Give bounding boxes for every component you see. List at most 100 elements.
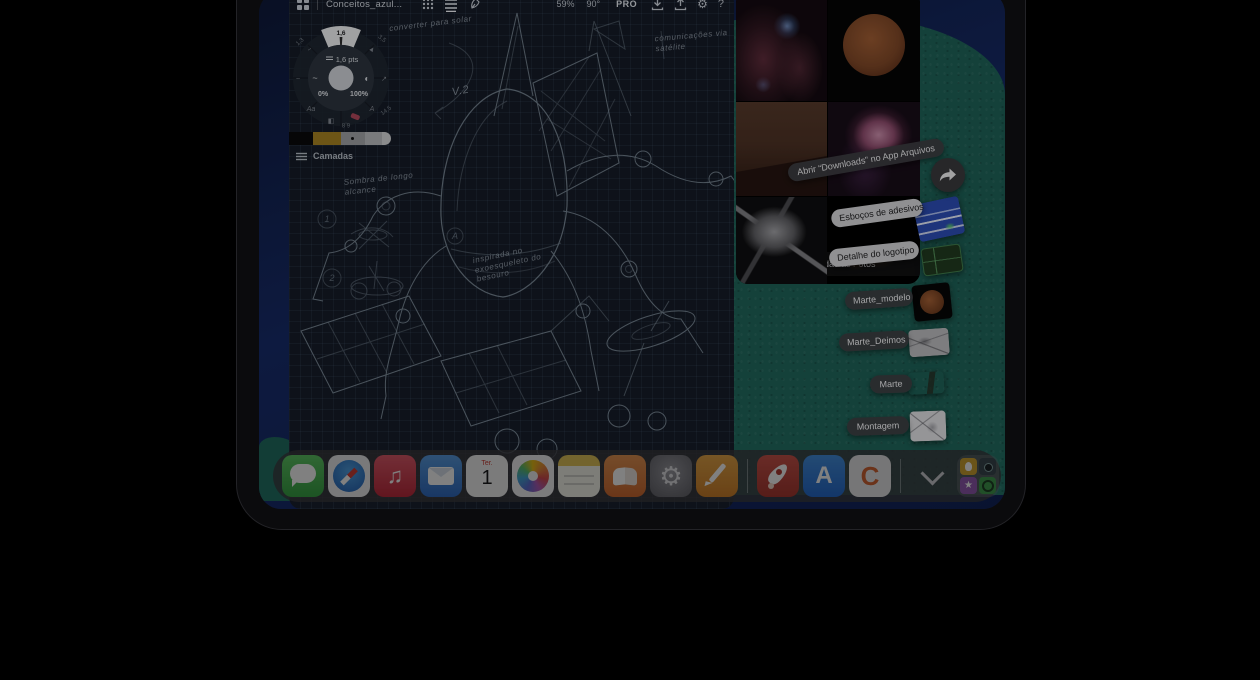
selected-swatch-dot [351, 137, 354, 140]
share-forward-arrow-icon [939, 168, 957, 183]
photo-mars-surface[interactable] [736, 102, 827, 196]
dock-icon-mail[interactable] [420, 455, 462, 497]
drag-thumb-mars-photo[interactable] [907, 371, 944, 395]
wheel-selected-size: 1,6 [336, 30, 345, 37]
concepts-toolbar: Conceitos_azul... 59% 90° PRO [289, 0, 734, 17]
notes-line-1 [564, 475, 594, 477]
callout-letter-a: A [451, 231, 458, 241]
help-icon[interactable]: ? [718, 0, 724, 10]
marketing-stage: Conceitos_azul... 59% 90° PRO [0, 0, 1260, 680]
book-right-page [625, 467, 637, 485]
green-ring-icon [982, 480, 994, 492]
toolbar-divider [317, 0, 318, 10]
envelope-flap [429, 468, 453, 477]
dock-icon-settings[interactable]: ⚙ [650, 455, 692, 497]
svg-text:6,8: 6,8 [341, 121, 350, 127]
gear-icon: ⚙ [659, 463, 682, 489]
book-left-page [613, 467, 625, 485]
photos-app-window: Meses Todas as Fotos [736, 0, 920, 284]
dock-icon-books[interactable] [604, 455, 646, 497]
svg-text:Aa: Aa [306, 106, 316, 113]
color-preview-circle[interactable] [329, 66, 354, 91]
import-icon[interactable] [651, 0, 664, 11]
photo-mars-globe[interactable] [828, 0, 920, 101]
share-button[interactable] [931, 158, 965, 192]
drag-thumb-white-sketch[interactable] [909, 410, 946, 441]
swatch-black[interactable] [289, 132, 313, 145]
dock-recent-apps-group[interactable]: ★ [957, 455, 999, 497]
callout-number-1: 1 [324, 214, 329, 224]
dock-icon-music[interactable]: ♫ [374, 455, 416, 497]
mini-mars-sphere [919, 289, 945, 315]
svg-text:1,3: 1,3 [295, 37, 306, 47]
layers-stack-icon[interactable] [444, 0, 458, 12]
recent-app-star[interactable]: ★ [960, 477, 977, 494]
app-store-a-glyph: A [815, 464, 832, 488]
dock-divider-2 [900, 459, 901, 493]
swatch-gray[interactable] [365, 132, 382, 145]
swatch-silver-selected[interactable] [341, 132, 365, 145]
settings-gear-icon[interactable]: ⚙ [697, 0, 708, 11]
pro-badge[interactable]: PRO [616, 0, 637, 9]
svg-text:3,5: 3,5 [376, 34, 387, 44]
music-note-icon: ♫ [387, 465, 404, 487]
ipad-screen: Conceitos_azul... 59% 90° PRO [259, 0, 1005, 509]
notes-line-2 [564, 483, 594, 485]
dock: ♫ Ter. 1 [273, 450, 1001, 502]
mars-globe-sphere [843, 14, 905, 76]
drag-pill-montagem[interactable]: Montagem [847, 416, 910, 436]
export-icon[interactable] [674, 0, 687, 11]
stroke-size-label: 1,6 pts [336, 55, 359, 64]
dock-divider-1 [747, 459, 748, 493]
flower-center [528, 471, 538, 481]
opacity-max: 100% [350, 91, 369, 98]
lightbulb-icon [965, 462, 972, 471]
drag-pill-marte[interactable]: Marte [870, 374, 913, 393]
svg-text:↗: ↗ [381, 76, 387, 83]
dock-icon-photos[interactable] [512, 455, 554, 497]
camera-lens-icon [984, 463, 993, 472]
svg-text:A: A [369, 106, 375, 113]
drag-pill-marte-deimos[interactable]: Marte_Deimos [839, 330, 910, 352]
drag-thumb-gray-sketch[interactable] [908, 328, 950, 358]
opacity-min: 0% [318, 91, 329, 98]
recent-app-camera[interactable] [979, 458, 996, 475]
dock-icon-app-store[interactable]: A [803, 455, 845, 497]
dock-icon-messages[interactable] [282, 455, 324, 497]
swatch-gold[interactable] [313, 132, 341, 145]
svg-text:◧: ◧ [328, 118, 335, 125]
photo-nebula-horsehead[interactable] [736, 0, 827, 101]
recent-app-green[interactable] [979, 477, 996, 494]
dock-icon-concepts[interactable]: C [849, 455, 891, 497]
recent-app-tips[interactable] [960, 458, 977, 475]
dock-collapse-chevron-icon[interactable] [920, 461, 944, 485]
layers-label: Camadas [313, 151, 353, 161]
hamburger-icon [296, 152, 307, 161]
zoom-level[interactable]: 59% [556, 0, 574, 9]
dock-icon-safari[interactable] [328, 455, 370, 497]
color-swatch-bar[interactable] [289, 132, 391, 145]
home-grid-icon[interactable] [297, 0, 309, 10]
dock-icon-notes[interactable] [558, 455, 600, 497]
tool-wheel[interactable]: 1,6 ~ ▲ ↗ A Aa ~ ◧ 1,3 3,5 [289, 26, 393, 130]
drag-thumb-green-sticker[interactable] [920, 243, 964, 276]
svg-text:~: ~ [312, 73, 317, 83]
dock-icon-calendar[interactable]: Ter. 1 [466, 455, 508, 497]
drag-thumb-mars-globe[interactable] [911, 282, 953, 322]
pen-nib-icon[interactable] [469, 0, 481, 10]
dock-icon-sketch-pen[interactable] [696, 455, 738, 497]
document-title[interactable]: Conceitos_azul... [326, 0, 402, 10]
calendar-weekday: Ter. [466, 460, 508, 467]
callout-number-2: 2 [328, 273, 334, 283]
photo-voyager-spacecraft[interactable] [736, 197, 827, 284]
layers-button[interactable]: Camadas [296, 151, 353, 161]
ipad-device: Conceitos_azul... 59% 90° PRO [236, 0, 1026, 530]
rotation-value[interactable]: 90° [586, 0, 600, 9]
dots-grid-icon[interactable] [422, 0, 434, 10]
concepts-c-glyph: C [861, 463, 880, 489]
speech-bubble-tail [292, 480, 299, 487]
dock-icon-rocket[interactable] [757, 455, 799, 497]
star-icon: ★ [964, 481, 973, 491]
rocket-flame [768, 483, 774, 489]
concepts-app-window: Conceitos_azul... 59% 90° PRO [289, 0, 734, 509]
